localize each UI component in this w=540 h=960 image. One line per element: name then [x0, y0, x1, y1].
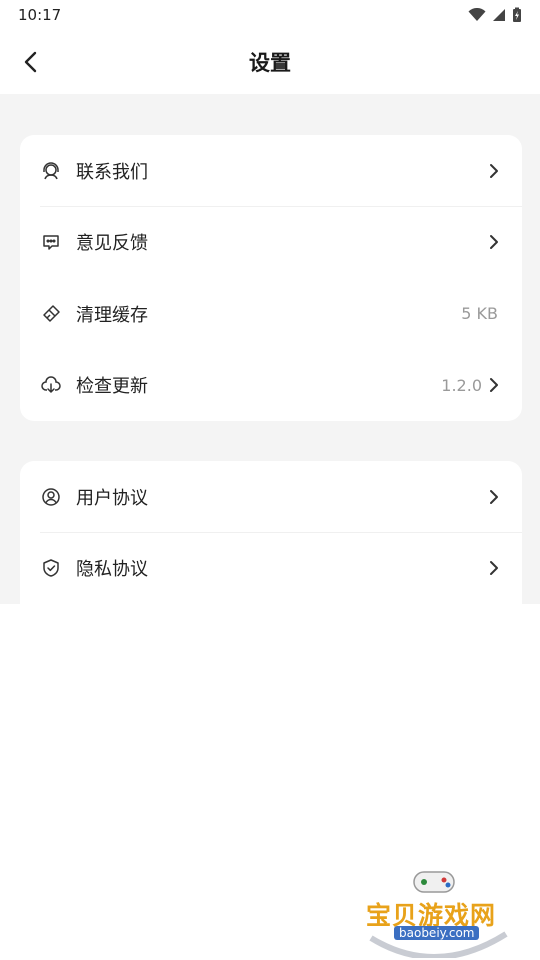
row-check-update[interactable]: 检查更新 1.2.0	[20, 350, 522, 422]
cloud-download-icon	[40, 374, 62, 396]
status-time: 10:17	[18, 6, 62, 24]
watermark-logo: 宝贝游戏网 baobeiy.com	[356, 868, 516, 958]
shield-icon	[40, 557, 62, 579]
settings-card-general: 联系我们 意见反馈 清理缓存 5 KB 检查更新 1.2.0	[20, 135, 522, 421]
watermark-url: baobeiy.com	[394, 926, 480, 940]
cache-size-value: 5 KB	[461, 304, 498, 324]
row-privacy-agreement[interactable]: 隐私协议	[20, 533, 522, 605]
row-clear-cache[interactable]: 清理缓存 5 KB	[20, 278, 522, 350]
signal-icon	[493, 9, 505, 21]
status-icons	[468, 7, 522, 23]
battery-icon	[513, 7, 521, 22]
message-icon	[40, 231, 62, 253]
settings-content: 联系我们 意见反馈 清理缓存 5 KB 检查更新 1.2.0 用户协议 隐私协议	[0, 94, 540, 604]
version-value: 1.2.0	[441, 375, 482, 395]
chevron-right-icon	[486, 163, 502, 179]
row-user-agreement[interactable]: 用户协议	[20, 461, 522, 533]
row-label: 检查更新	[76, 376, 148, 398]
row-feedback[interactable]: 意见反馈	[20, 207, 522, 279]
chevron-right-icon	[486, 489, 502, 505]
row-label: 隐私协议	[76, 559, 148, 581]
row-label: 联系我们	[76, 161, 148, 183]
row-label: 清理缓存	[76, 304, 148, 326]
wifi-icon	[468, 8, 486, 21]
page-title: 设置	[249, 51, 291, 75]
chevron-right-icon	[486, 377, 502, 393]
row-label: 用户协议	[76, 487, 148, 509]
row-contact-us[interactable]: 联系我们	[20, 135, 522, 207]
headset-icon	[40, 160, 62, 182]
app-bar: 设置	[0, 30, 540, 94]
chevron-right-icon	[486, 560, 502, 576]
back-arrow-icon	[24, 51, 37, 73]
broom-icon	[40, 303, 62, 325]
settings-card-agreements: 用户协议 隐私协议	[20, 461, 522, 604]
user-circle-icon	[40, 486, 62, 508]
status-bar: 10:17	[0, 0, 540, 30]
chevron-right-icon	[486, 234, 502, 250]
back-button[interactable]	[12, 44, 48, 80]
row-label: 意见反馈	[76, 233, 148, 255]
